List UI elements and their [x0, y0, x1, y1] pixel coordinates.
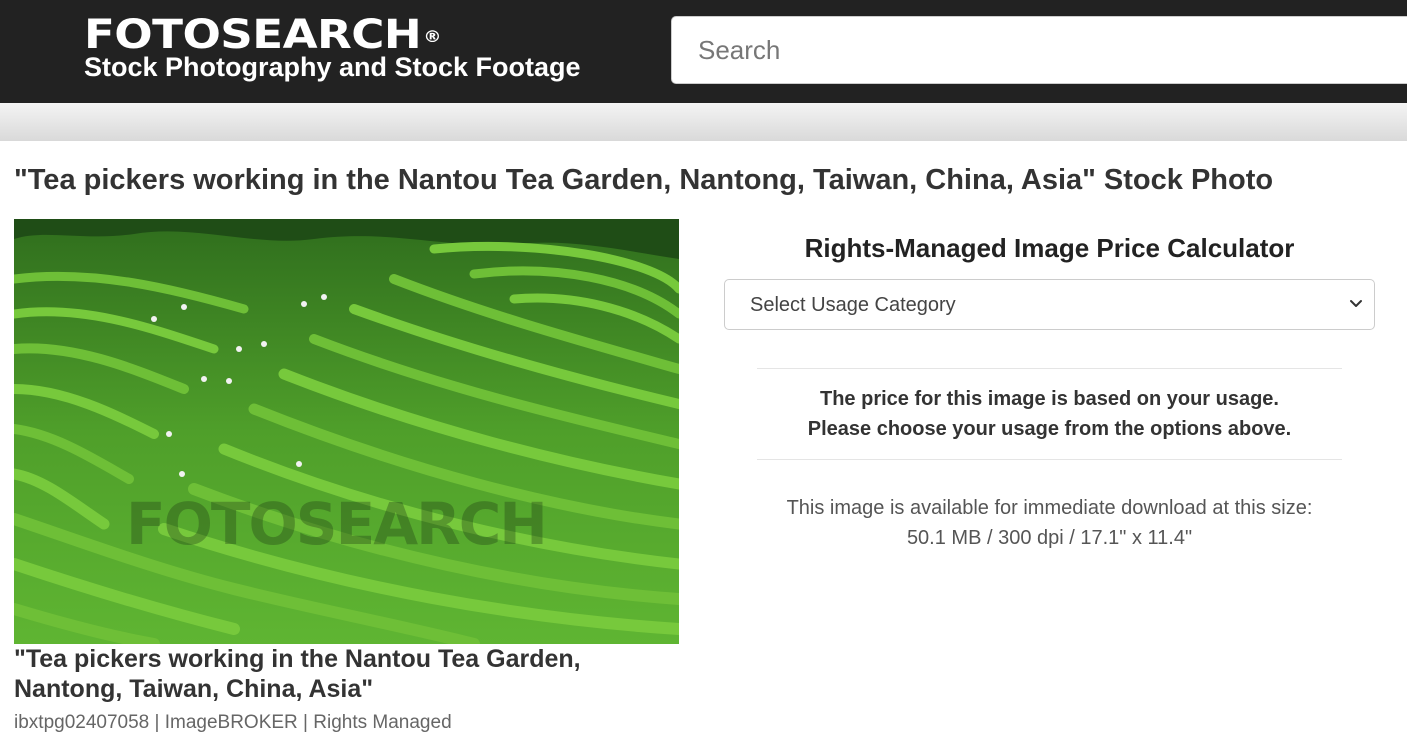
- price-calculator-title: Rights-Managed Image Price Calculator: [804, 233, 1295, 263]
- divider: [757, 368, 1342, 369]
- logo-wordmark: FOTOSEARCH ®: [84, 12, 441, 58]
- site-logo[interactable]: FOTOSEARCH ® Stock Photography and Stock …: [84, 14, 581, 81]
- svg-text:FOTOSEARCH: FOTOSEARCH: [126, 490, 546, 558]
- stock-photo[interactable]: FOTOSEARCH: [14, 219, 679, 644]
- download-availability: This image is available for immediate do…: [786, 497, 1313, 549]
- image-metadata: ibxtpg02407058 | ImageBROKER | Rights Ma…: [14, 712, 452, 733]
- usage-category-selected-value: Select Usage Category: [750, 294, 956, 316]
- search-input[interactable]: [671, 16, 1407, 84]
- usage-category-select[interactable]: Select Usage Category: [724, 279, 1375, 330]
- image-caption: "Tea pickers working in the Nantou Tea G…: [14, 645, 581, 703]
- navigation-bar: [0, 103, 1407, 141]
- divider: [757, 459, 1342, 460]
- chevron-down-icon: [1350, 300, 1362, 307]
- page-title: "Tea pickers working in the Nantou Tea G…: [14, 164, 1274, 196]
- price-note: The price for this image is based on you…: [807, 388, 1292, 440]
- site-header: FOTOSEARCH ® Stock Photography and Stock …: [0, 0, 1407, 103]
- tea-garden-photo-icon: FOTOSEARCH: [14, 219, 679, 644]
